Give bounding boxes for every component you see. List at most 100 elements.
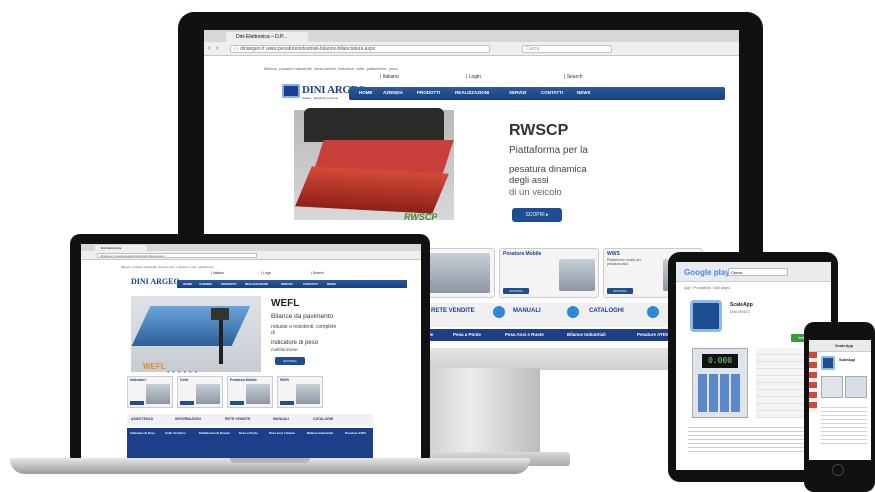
phone-sidebar[interactable] xyxy=(809,352,817,412)
nav-news[interactable]: NEWS xyxy=(327,282,336,286)
category-item[interactable]: Pesa a Ponte xyxy=(453,332,481,337)
footer-item[interactable]: Celle di Carico xyxy=(165,431,186,435)
card-button[interactable] xyxy=(280,401,294,405)
imac-browser-tab[interactable]: Dini Elettronica – D.P... xyxy=(226,32,308,42)
hero-cta-button[interactable]: SCOPRI ▸ xyxy=(275,357,305,365)
phone-screen: ScaleApp ScaleApp xyxy=(809,340,871,460)
link-cataloghi[interactable]: CATALOGHI xyxy=(589,308,624,314)
main-nav: HOME AZIENDA PRODOTTI REALIZZAZIONI SERV… xyxy=(349,87,725,100)
link-manuali[interactable]: MANUALI xyxy=(273,417,289,421)
phone-app-name: ScaleApp xyxy=(839,358,855,362)
language-link[interactable]: | Italiano xyxy=(380,74,399,80)
card-title: Pesatura Mobile xyxy=(503,251,542,257)
card-button[interactable]: SCOPRI ▸ xyxy=(607,288,633,294)
imac-url-bar[interactable]: ‹ › diniargeo.it www.pesatureindustriali… xyxy=(230,45,490,53)
product-card-pesatura-mobile[interactable]: Pesatura Mobile SCOPRI ▸ xyxy=(499,248,599,298)
language-link[interactable]: | Italiano xyxy=(211,271,224,275)
footer-item[interactable]: Pesa Assi e Ruote xyxy=(269,431,295,435)
nav-azienda[interactable]: AZIENDA xyxy=(383,90,403,95)
footer-item[interactable]: Pesature ATEX xyxy=(345,431,366,435)
link-assistenza[interactable]: ASSISTENZA xyxy=(131,417,153,421)
nav-home[interactable]: HOME xyxy=(183,282,192,286)
search-link[interactable]: | Search xyxy=(564,74,583,80)
category-item[interactable]: Pesature ATEX xyxy=(637,332,669,337)
footer-categories: Indicatori di Peso Celle di Carico Piatt… xyxy=(127,428,373,458)
nav-realizzazioni[interactable]: REALIZZAZIONI xyxy=(245,282,268,286)
footer-item[interactable]: Piattaforme di Pesata xyxy=(199,431,230,435)
book-icon[interactable] xyxy=(567,306,579,318)
imac-search-field[interactable]: Cerca xyxy=(522,45,612,53)
nav-contatti[interactable]: CONTATTI xyxy=(541,90,563,95)
app-screenshot[interactable] xyxy=(845,376,867,398)
app-developer[interactable]: DINI ARGEO xyxy=(730,310,750,314)
card-description: Piattaforme mobili per pesatura assi xyxy=(607,258,642,266)
nav-realizzazioni[interactable]: REALIZZAZIONI xyxy=(455,90,489,95)
laptop-tab-bar: Dini Elettronica xyxy=(81,244,421,251)
catalog-icon[interactable] xyxy=(647,306,659,318)
card-button[interactable] xyxy=(230,401,244,405)
card-title: Celle xyxy=(180,378,189,382)
forward-icon[interactable]: › xyxy=(216,45,218,52)
store-logo[interactable]: Google play xyxy=(684,268,730,277)
globe-icon[interactable] xyxy=(493,306,505,318)
nav-servizi[interactable]: SERVIZI xyxy=(281,282,293,286)
nav-servizi[interactable]: SERVIZI xyxy=(509,90,526,95)
footer-item[interactable]: Indicatori di Peso xyxy=(130,431,155,435)
main-nav: HOME AZIENDA PRODOTTI REALIZZAZIONI SERV… xyxy=(177,280,407,288)
site-logo[interactable]: DINI ARGEO Scales · Weighing systems xyxy=(282,82,366,102)
category-item[interactable]: Pesa Assi e Ruote xyxy=(505,332,544,337)
truck-image xyxy=(304,108,444,142)
weight-indicator-image xyxy=(211,308,229,320)
nav-news[interactable]: NEWS xyxy=(577,90,591,95)
nav-contatti[interactable]: CONTATTI xyxy=(303,282,318,286)
card-button[interactable] xyxy=(180,401,194,405)
back-icon[interactable]: ‹ xyxy=(208,45,210,52)
app-screenshot[interactable] xyxy=(821,376,843,398)
link-cataloghi[interactable]: CATALOGHI xyxy=(313,417,333,421)
site-tagline: Bilance, pesatori industriali, dinamomet… xyxy=(264,66,398,71)
category-item[interactable]: Bilance Industriali xyxy=(567,332,606,337)
keypad-image xyxy=(698,374,742,412)
nav-azienda[interactable]: AZIENDA xyxy=(199,282,212,286)
product-card-wws[interactable]: WWS xyxy=(277,376,323,408)
card-image xyxy=(246,384,270,404)
app-icon[interactable] xyxy=(690,300,722,332)
footer-item[interactable]: Pesa a Ponte xyxy=(239,431,258,435)
hero-line-5: multifunzione xyxy=(271,347,298,352)
link-manuali[interactable]: MANUALI xyxy=(513,308,541,314)
site-tagline: Bilance, pesatori industriali, dinamomet… xyxy=(121,265,214,269)
app-description xyxy=(688,424,820,454)
app-icon[interactable] xyxy=(821,356,835,370)
store-breadcrumb[interactable]: App › Produttività › Dini Argeo xyxy=(684,286,730,290)
nav-home[interactable]: HOME xyxy=(359,90,373,95)
product-card-celle[interactable]: Celle xyxy=(177,376,223,408)
search-link[interactable]: | Search xyxy=(311,271,324,275)
link-informazioni[interactable]: INFORMAZIONI xyxy=(175,417,201,421)
store-search-input[interactable]: Cerca xyxy=(728,268,788,276)
card-title: Pesatura Mobile xyxy=(230,378,257,382)
hero-line-2: pesatura dinamica xyxy=(509,164,587,175)
hero-line-1: Bilance da pavimento xyxy=(271,313,334,320)
nav-prodotti[interactable]: PRODOTTI xyxy=(221,282,237,286)
card-image xyxy=(559,259,595,291)
login-link[interactable]: | Login xyxy=(261,271,271,275)
link-rete-vendite[interactable]: RETE VENDITE xyxy=(431,308,475,314)
laptop-browser-toolbar: diniargeo.it www.pesatureindustriali-bil… xyxy=(81,251,421,260)
nav-prodotti[interactable]: PRODOTTI xyxy=(417,90,440,95)
slider-dots[interactable]: ● ● ● ● ● ● xyxy=(167,369,198,374)
link-rete-vendite[interactable]: RETE VENDITE xyxy=(225,417,250,421)
home-button[interactable] xyxy=(832,464,844,476)
product-card-indicatori[interactable]: Indicatori xyxy=(127,376,173,408)
hero-cta-button[interactable]: SCOPRI ▸ xyxy=(512,208,562,222)
card-button[interactable] xyxy=(130,401,144,405)
imac-browser-toolbar: ‹ › ‹ › diniargeo.it www.pesatureindustr… xyxy=(204,42,739,56)
laptop-url-bar[interactable]: diniargeo.it www.pesatureindustriali-bil… xyxy=(97,253,257,258)
footer-item[interactable]: Bilance Industriali xyxy=(307,431,333,435)
login-link[interactable]: | Login xyxy=(466,74,481,80)
site-logo[interactable]: DINI ARGEO xyxy=(131,277,180,286)
card-button[interactable]: SCOPRI ▸ xyxy=(503,288,529,294)
hero-line-4: di un veicolo xyxy=(509,187,562,198)
product-card-pesatura-mobile[interactable]: Pesatura Mobile xyxy=(227,376,273,408)
card-title: Indicatori xyxy=(130,378,146,382)
phone-app-title: ScaleApp xyxy=(835,343,854,348)
